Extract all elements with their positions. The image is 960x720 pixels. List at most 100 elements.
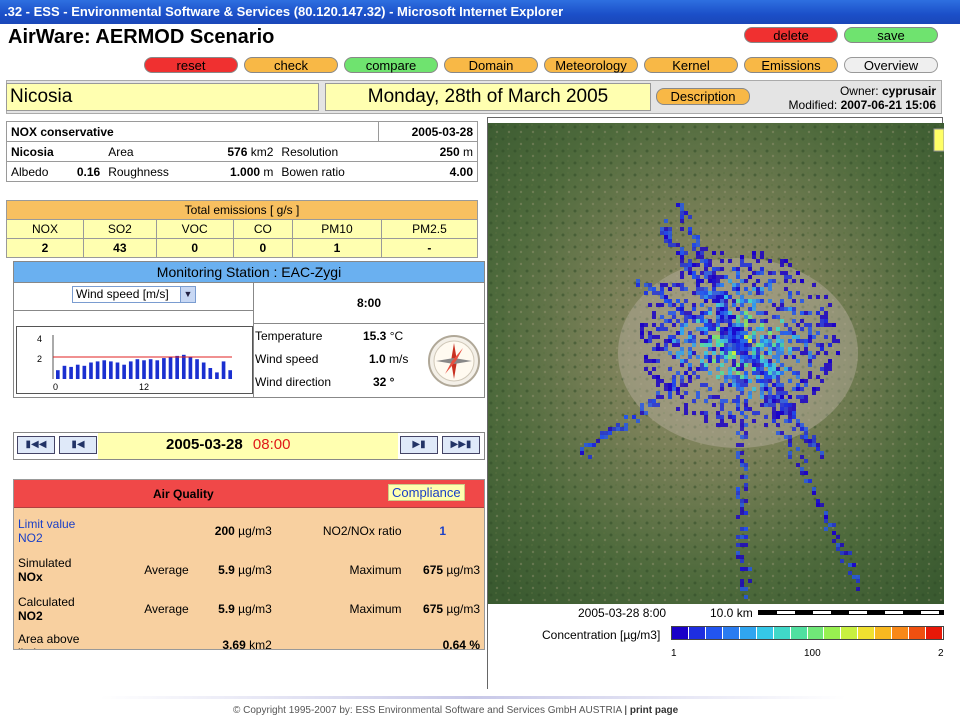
concentration-cell <box>780 383 784 387</box>
legend-color-swatch <box>926 627 943 639</box>
concentration-cell <box>684 211 688 215</box>
concentration-cell <box>820 367 824 371</box>
concentration-cell <box>632 415 636 419</box>
concentration-cell <box>696 279 700 283</box>
concentration-cell <box>844 551 848 555</box>
reset-button[interactable]: reset <box>144 57 238 73</box>
chevron-down-icon[interactable]: ▼ <box>180 287 195 302</box>
concentration-cell <box>732 351 736 355</box>
first-frame-button[interactable]: ▮◀◀ <box>17 436 55 454</box>
concentration-cell <box>704 411 708 415</box>
previous-frame-button[interactable]: ▮◀ <box>59 436 97 454</box>
concentration-cell <box>648 399 652 403</box>
area-value: 576 <box>227 144 248 159</box>
concentration-cell <box>696 239 700 243</box>
concentration-cell <box>700 259 704 263</box>
check-button[interactable]: check <box>244 57 338 73</box>
delete-button[interactable]: delete <box>744 27 838 43</box>
concentration-cell <box>760 387 764 391</box>
concentration-cell <box>720 259 724 263</box>
concentration-cell <box>680 311 684 315</box>
concentration-cell <box>716 415 720 419</box>
concentration-cell <box>660 327 664 331</box>
concentration-cell <box>808 331 812 335</box>
kernel-button[interactable]: Kernel <box>644 57 738 73</box>
concentration-cell <box>780 303 784 307</box>
compliance-button[interactable]: Compliance <box>388 484 465 501</box>
concentration-cell <box>776 423 780 427</box>
concentration-cell <box>680 347 684 351</box>
concentration-cell <box>736 443 740 447</box>
domain-button[interactable]: Domain <box>444 57 538 73</box>
concentration-cell <box>796 323 800 327</box>
concentration-cell <box>704 363 708 367</box>
concentration-cell <box>668 243 672 247</box>
temperature-unit: °C <box>389 329 404 343</box>
concentration-cell <box>732 323 736 327</box>
parameter-select[interactable]: Wind speed [m/s] ▼ <box>72 286 196 303</box>
concentration-cell <box>696 367 700 371</box>
concentration-cell <box>736 363 740 367</box>
concentration-cell <box>736 551 740 555</box>
concentration-cell <box>708 339 712 343</box>
emissions-button[interactable]: Emissions <box>744 57 838 73</box>
concentration-cell <box>760 335 764 339</box>
concentration-cell <box>800 427 804 431</box>
concentration-cell <box>616 423 620 427</box>
concentration-cell <box>788 339 792 343</box>
concentration-cell <box>676 331 680 335</box>
description-button[interactable]: Description <box>656 88 750 105</box>
concentration-cell <box>752 319 756 323</box>
last-frame-button[interactable]: ▶▶▮ <box>442 436 480 454</box>
concentration-cell <box>684 263 688 267</box>
concentration-cell <box>740 507 744 511</box>
concentration-cell <box>664 339 668 343</box>
concentration-cell <box>744 535 748 539</box>
concentration-map[interactable] <box>488 123 944 609</box>
concentration-cell <box>652 287 656 291</box>
concentration-cell <box>812 487 816 491</box>
next-frame-button[interactable]: ▶▮ <box>400 436 438 454</box>
print-page-link[interactable]: print page <box>630 705 678 716</box>
concentration-cell <box>768 339 772 343</box>
wind-speed-value: 1.0 <box>369 352 386 366</box>
meteorology-button[interactable]: Meteorology <box>544 57 638 73</box>
map-side-tab[interactable] <box>933 128 944 152</box>
overview-button[interactable]: Overview <box>844 57 938 73</box>
concentration-cell <box>828 367 832 371</box>
concentration-cell <box>764 399 768 403</box>
bowen-value: 4.00 <box>378 161 479 182</box>
concentration-cell <box>776 367 780 371</box>
concentration-cell <box>772 347 776 351</box>
concentration-cell <box>744 371 748 375</box>
concentration-cell <box>724 299 728 303</box>
concentration-cell <box>768 331 772 335</box>
concentration-cell <box>824 367 828 371</box>
concentration-cell <box>796 447 800 451</box>
concentration-cell <box>744 383 748 387</box>
app-title: AirWare: AERMOD Scenario <box>8 26 275 48</box>
concentration-cell <box>812 355 816 359</box>
concentration-cell <box>728 311 732 315</box>
concentration-cell <box>744 263 748 267</box>
save-button[interactable]: save <box>844 27 938 43</box>
concentration-cell <box>660 283 664 287</box>
concentration-cell <box>760 359 764 363</box>
air-quality-header: Air Quality Compliance <box>14 480 484 508</box>
concentration-cell <box>624 415 628 419</box>
concentration-cell <box>700 363 704 367</box>
concentration-cell <box>820 503 824 507</box>
concentration-cell <box>720 347 724 351</box>
concentration-cell <box>764 403 768 407</box>
concentration-cell <box>836 339 840 343</box>
concentration-cell <box>732 347 736 351</box>
chart-y-tick: 2 <box>37 354 42 364</box>
concentration-cell <box>704 343 708 347</box>
concentration-cell <box>768 327 772 331</box>
concentration-cell <box>820 455 824 459</box>
emission-value: 43 <box>83 238 157 258</box>
concentration-cell <box>736 491 740 495</box>
concentration-cell <box>788 291 792 295</box>
compare-button[interactable]: compare <box>344 57 438 73</box>
concentration-cell <box>704 383 708 387</box>
